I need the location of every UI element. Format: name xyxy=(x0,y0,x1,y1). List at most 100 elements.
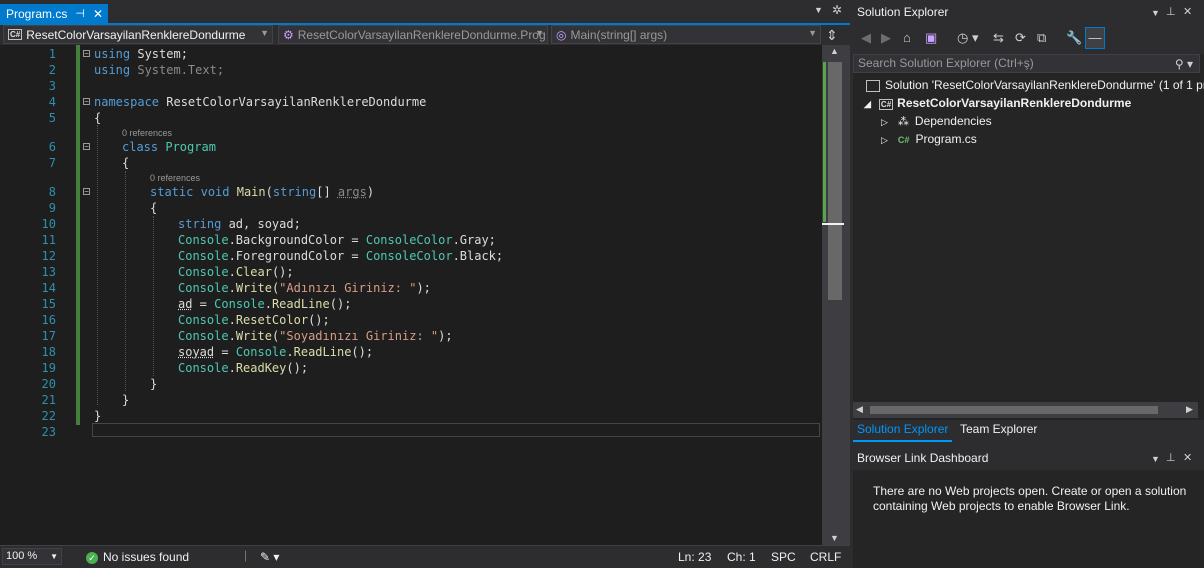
issues-indicator[interactable]: ✓ No issues found xyxy=(86,550,189,564)
column-indicator[interactable]: Ch: 1 xyxy=(727,550,756,564)
collapsed-arrow-icon[interactable]: ▷ xyxy=(881,135,888,145)
scroll-up-icon[interactable]: ▲ xyxy=(830,46,839,56)
project-dropdown[interactable]: C# ResetColorVarsayilanRenklereDondurme … xyxy=(3,25,273,44)
tree-item-program-cs[interactable]: ▷ C# Program.cs xyxy=(881,130,977,149)
project-dropdown-value: ResetColorVarsayilanRenklereDondurme xyxy=(26,27,246,42)
pin-icon[interactable]: ⊣ xyxy=(75,7,85,20)
member-dropdown[interactable]: ◎ Main(string[] args) ▼ xyxy=(551,25,821,44)
code-cleanup-icon[interactable]: ✎ ▾ xyxy=(260,550,279,564)
pending-changes-filter-icon[interactable]: ◷ ▾ xyxy=(957,30,978,46)
refresh-icon[interactable]: ⟳ xyxy=(1015,30,1026,46)
csharp-project-icon: C# xyxy=(878,99,894,110)
indent-guide xyxy=(125,171,126,391)
line-number: 7 xyxy=(48,156,56,170)
split-window-icon[interactable]: ⇕ xyxy=(826,27,838,44)
tree-item-label: Program.cs xyxy=(915,132,977,146)
code-line: ad = Console.ReadLine(); xyxy=(178,297,352,311)
csharp-file-icon: C# xyxy=(897,135,910,145)
divider: | xyxy=(244,548,248,562)
sync-icon[interactable]: ⇆ xyxy=(993,30,1004,46)
class-dropdown[interactable]: ⚙ ResetColorVarsayilanRenklereDondurme.P… xyxy=(278,25,548,44)
editor-scroll-thumb[interactable] xyxy=(828,62,842,300)
back-icon[interactable]: ◀ xyxy=(861,30,871,46)
line-number: 17 xyxy=(41,329,56,343)
whitespace-indicator[interactable]: SPC xyxy=(771,550,796,564)
collapse-icon[interactable]: − xyxy=(83,98,90,106)
forward-icon[interactable]: ▶ xyxy=(881,30,891,46)
chevron-down-icon: ▼ xyxy=(50,552,58,561)
tab-team-explorer[interactable]: Team Explorer xyxy=(960,420,1037,440)
gear-icon[interactable]: ✲ xyxy=(832,3,842,17)
codelens-references[interactable]: 0 references xyxy=(150,173,200,183)
line-number: 1 xyxy=(48,47,56,61)
search-icon[interactable]: ⚲ ▾ xyxy=(1175,56,1193,73)
codelens-references[interactable]: 0 references xyxy=(122,128,172,138)
member-dropdown-value: Main(string[] args) xyxy=(570,27,668,42)
scroll-left-icon[interactable]: ◀ xyxy=(856,404,863,415)
indent-guide xyxy=(153,216,154,376)
line-number: 15 xyxy=(41,297,56,311)
code-line: Console.Write("Soyadınızı Giriniz: "); xyxy=(178,329,453,343)
code-line: using System.Text; xyxy=(94,63,225,77)
code-line: { xyxy=(122,156,130,170)
tab-program-cs[interactable]: Program.cs ⊣ ✕ xyxy=(0,4,108,23)
dependencies-icon: ⁂ xyxy=(897,116,909,128)
switch-views-icon[interactable]: ▣ xyxy=(925,30,937,46)
panel-title: Browser Link Dashboard xyxy=(857,451,989,465)
csharp-project-icon: C# xyxy=(8,29,23,40)
search-placeholder: Search Solution Explorer (Ctrl+ş) xyxy=(858,56,1034,70)
close-icon[interactable]: ✕ xyxy=(1183,5,1192,18)
home-icon[interactable]: ⌂ xyxy=(903,30,911,45)
properties-wrench-icon[interactable]: 🔧 xyxy=(1066,30,1082,46)
code-line: { xyxy=(94,111,102,125)
line-number: 12 xyxy=(41,249,56,263)
code-line: Console.BackgroundColor = ConsoleColor.G… xyxy=(178,233,496,247)
code-line: static void Main(string[] args) xyxy=(150,185,375,199)
collapsed-arrow-icon[interactable]: ▷ xyxy=(881,117,888,127)
tree-item-project[interactable]: ◢ C# ResetColorVarsayilanRenklereDondurme xyxy=(864,94,1131,113)
scroll-right-icon[interactable]: ▶ xyxy=(1186,404,1193,415)
line-number: 10 xyxy=(41,217,56,231)
collapse-icon[interactable]: − xyxy=(83,143,90,151)
preview-selected-items-icon[interactable]: — xyxy=(1085,27,1105,49)
class-dropdown-value: ResetColorVarsayilanRenklereDondurme.Pro… xyxy=(297,27,546,42)
navigation-bar: C# ResetColorVarsayilanRenklereDondurme … xyxy=(0,25,850,45)
window-position-icon[interactable]: ▼ xyxy=(1151,8,1160,18)
solution-explorer-scroll-thumb[interactable] xyxy=(870,406,1158,414)
code-line: Console.Clear(); xyxy=(178,265,294,279)
tree-item-solution[interactable]: Solution 'ResetColorVarsayilanRenklereDo… xyxy=(866,76,1204,94)
collapse-all-icon[interactable]: ⧉ xyxy=(1037,30,1046,46)
expanded-arrow-icon[interactable]: ◢ xyxy=(864,99,871,109)
code-line: } xyxy=(150,377,158,391)
scroll-down-icon[interactable]: ▼ xyxy=(830,533,839,543)
editor-status-bar: 100 % ▼ ✓ No issues found | ✎ ▾ Ln: 23 Ch… xyxy=(0,545,850,568)
code-line: } xyxy=(94,409,102,423)
collapse-icon[interactable]: − xyxy=(83,50,90,58)
pin-icon[interactable]: ⊥ xyxy=(1166,451,1176,464)
tab-list-dropdown-icon[interactable]: ▼ xyxy=(814,5,823,15)
line-number: 4 xyxy=(48,95,56,109)
method-icon: ◎ xyxy=(556,27,567,42)
tab-label: Program.cs xyxy=(6,6,68,21)
close-icon[interactable]: ✕ xyxy=(1183,451,1192,464)
solution-icon xyxy=(866,79,880,92)
line-number: 14 xyxy=(41,281,56,295)
code-editor[interactable]: 1 2 3 4 5 6 7 8 9 10 11 12 13 14 15 16 1… xyxy=(0,45,822,545)
pin-icon[interactable]: ⊥ xyxy=(1166,5,1176,18)
line-ending-indicator[interactable]: CRLF xyxy=(810,550,841,564)
zoom-value: 100 % xyxy=(6,550,38,562)
code-line: soyad = Console.ReadLine(); xyxy=(178,345,374,359)
browser-link-message: There are no Web projects open. Create o… xyxy=(873,484,1193,514)
window-position-icon[interactable]: ▼ xyxy=(1151,454,1160,464)
zoom-dropdown[interactable]: 100 % ▼ xyxy=(2,548,62,565)
tree-item-dependencies[interactable]: ▷ ⁂ Dependencies xyxy=(881,112,992,131)
close-icon[interactable]: ✕ xyxy=(93,7,103,21)
line-indicator[interactable]: Ln: 23 xyxy=(678,550,711,564)
tab-solution-explorer[interactable]: Solution Explorer xyxy=(853,420,953,442)
message-line: There are no Web projects open. Create o… xyxy=(873,484,1187,498)
tree-item-label: ResetColorVarsayilanRenklereDondurme xyxy=(897,96,1132,110)
collapse-icon[interactable]: − xyxy=(83,188,90,196)
solution-explorer-search-input[interactable]: Search Solution Explorer (Ctrl+ş) ⚲ ▾ xyxy=(853,54,1200,73)
code-line: using System; xyxy=(94,47,188,61)
line-number: 18 xyxy=(41,345,56,359)
